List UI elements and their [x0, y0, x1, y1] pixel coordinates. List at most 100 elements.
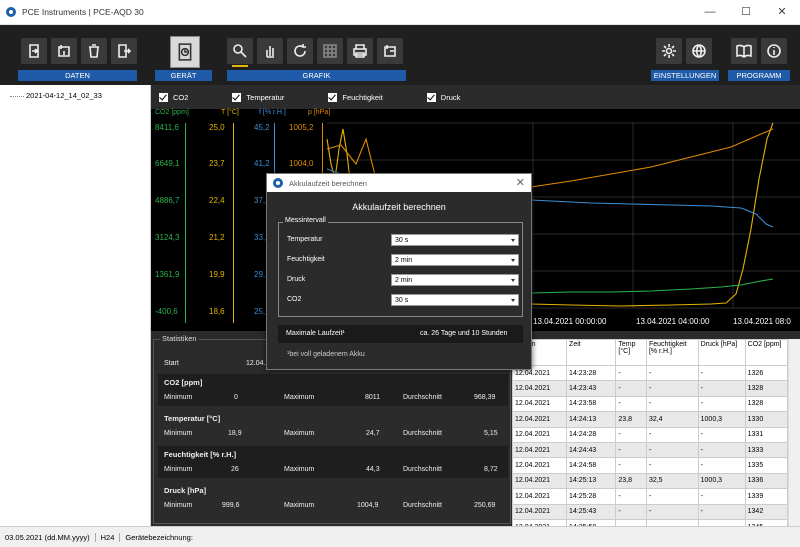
group-geraet: GERÄT: [155, 70, 212, 81]
table-cell: 12.04.2021: [511, 380, 568, 397]
stats-row: Minimum 26 Maximum 44,3 Durchschnitt 8,7…: [158, 462, 508, 478]
info-button[interactable]: [761, 38, 787, 64]
table-cell: -: [697, 395, 746, 413]
language-button[interactable]: [686, 38, 712, 64]
table-cell: 14:23:43: [566, 380, 617, 397]
max-label: Maximum: [284, 466, 315, 473]
table-cell: 12.04.2021: [511, 488, 568, 505]
col-header[interactable]: Feuchtigkeit [% r.H.]: [645, 339, 699, 366]
max-value: 8011: [365, 394, 381, 401]
table-cell: -: [645, 380, 699, 397]
min-label: Minimum: [164, 430, 193, 437]
trash-icon: [89, 44, 99, 58]
x-tick-label: 13.04.2021 04:00:00: [636, 317, 710, 326]
table-cell: 1333: [744, 441, 789, 459]
interval-select[interactable]: 2 min: [391, 254, 519, 266]
table-cell: 14:24:13: [566, 411, 617, 428]
min-label: Minimum: [164, 394, 193, 401]
table-row[interactable]: 12.04.2021 14:23:28- - -1326: [511, 364, 789, 382]
table-row[interactable]: 12.04.2021 14:24:43- - -1333: [511, 441, 789, 459]
checkbox-label: Temperatur: [246, 92, 285, 102]
table-row[interactable]: 12.04.2021 14:25:43- - -1342: [511, 503, 789, 520]
table-row[interactable]: 12.04.2021 14:24:13 23,8 32,4 1000,3 1330: [511, 411, 789, 428]
table-cell: -: [697, 441, 746, 459]
delete-button[interactable]: [81, 38, 107, 64]
table-cell: 32,5: [645, 472, 699, 490]
checkbox-box[interactable]: [426, 92, 436, 102]
table-cell: -: [697, 488, 746, 505]
table-row[interactable]: 12.04.2021 14:23:43- - -1328: [511, 380, 789, 397]
interval-select[interactable]: 2 min: [391, 274, 519, 286]
table-cell: 12.04.2021: [511, 472, 568, 490]
table-cell: 14:23:28: [566, 364, 617, 382]
zoom-active-indicator: [232, 65, 248, 67]
checkbox-co2[interactable]: CO2: [159, 92, 189, 102]
checkbox-box[interactable]: [159, 92, 168, 102]
table-row[interactable]: 12.04.2021 14:23:58- - -1328: [511, 395, 789, 413]
dialog-close-icon[interactable]: ✕: [516, 176, 525, 189]
table-cell: 23,8: [615, 472, 647, 490]
dialog-title: Akkulaufzeit berechnen: [289, 178, 367, 188]
table-cell: 12.04.2021: [511, 503, 568, 520]
stats-start-label: Start: [164, 360, 179, 367]
reset-view-button[interactable]: [287, 38, 313, 64]
group-programm: PROGRAMM: [728, 70, 790, 81]
pan-button[interactable]: [257, 38, 283, 64]
table-row[interactable]: 12.04.2021 14:25:13 23,8 32,5 1000,3 1336: [511, 472, 789, 490]
minimize-button[interactable]: —: [692, 0, 728, 25]
info-icon: [767, 44, 781, 58]
maximize-button[interactable]: ☐: [728, 0, 764, 25]
print-button[interactable]: [347, 38, 373, 64]
group-daten: DATEN: [18, 70, 137, 81]
table-row[interactable]: 12.04.2021 14:25:28- - -1339: [511, 488, 789, 505]
zoom-button[interactable]: [227, 38, 253, 64]
device-button[interactable]: [170, 36, 200, 68]
col-header[interactable]: Druck [hPa]: [697, 339, 746, 366]
device-export-icon: [384, 45, 396, 57]
table-cell: 12.04.2021: [511, 441, 568, 459]
x-tick-label: 13.04.2021 08:0: [733, 317, 791, 326]
interval-select[interactable]: 30 s: [391, 294, 519, 306]
grid-button[interactable]: [317, 38, 343, 64]
x-tick-label: 13.04.2021 00:00:00: [533, 317, 607, 326]
stats-group-header: Druck [hPa]: [158, 482, 508, 498]
interval-row-feuchtigkeit: Feuchtigkeit 2 min: [287, 254, 519, 268]
avg-label: Durchschnitt: [403, 394, 442, 401]
checkbox-box[interactable]: [232, 92, 242, 102]
table-cell: -: [645, 395, 699, 413]
checkbox-temperatur[interactable]: Temperatur: [232, 92, 285, 102]
checkbox-label: Druck: [440, 92, 461, 102]
table-header-row: Datum Zeit Temp [°C] Feuchtigkeit [% r.H…: [511, 339, 789, 366]
checkbox-label: CO2: [173, 92, 189, 102]
table-cell: 1336: [744, 472, 789, 490]
interval-label: CO2: [287, 296, 302, 303]
checkbox-box[interactable]: [328, 92, 338, 102]
max-label: Maximum: [284, 430, 315, 437]
table-cell: 23,8: [615, 411, 647, 428]
table-cell: 1330: [744, 411, 789, 428]
table-cell: 12.04.2021: [511, 426, 568, 443]
table-cell: -: [645, 426, 699, 443]
settings-button[interactable]: [656, 38, 682, 64]
col-header[interactable]: Zeit: [566, 339, 617, 366]
col-header[interactable]: Temp [°C]: [615, 339, 647, 366]
table-row[interactable]: 12.04.2021 14:24:58- - -1335: [511, 457, 789, 474]
col-header[interactable]: CO2 [ppm]: [744, 339, 789, 366]
table-cell: 12.04.2021: [511, 395, 568, 413]
load-data-button[interactable]: [51, 38, 77, 64]
interval-select[interactable]: 30 s: [391, 234, 519, 246]
table-cell: -: [615, 488, 647, 505]
table-row[interactable]: 12.04.2021 14:24:28- - -1331: [511, 426, 789, 443]
import-file-button[interactable]: [21, 38, 47, 64]
chart-export-button[interactable]: [377, 38, 403, 64]
checkbox-druck[interactable]: Druck: [426, 92, 461, 102]
close-button[interactable]: ✕: [764, 0, 800, 25]
table-cell: 1331: [744, 426, 789, 443]
table-scrollbar[interactable]: [788, 339, 800, 526]
checkbox-feuchtigkeit[interactable]: Feuchtigkeit: [328, 92, 383, 102]
table-cell: -: [615, 364, 647, 382]
tree-item-file[interactable]: 2021-04-12_14_02_33: [10, 91, 102, 100]
manual-button[interactable]: [731, 38, 757, 64]
interval-label: Feuchtigkeit: [287, 256, 325, 263]
export-button[interactable]: [111, 38, 137, 64]
